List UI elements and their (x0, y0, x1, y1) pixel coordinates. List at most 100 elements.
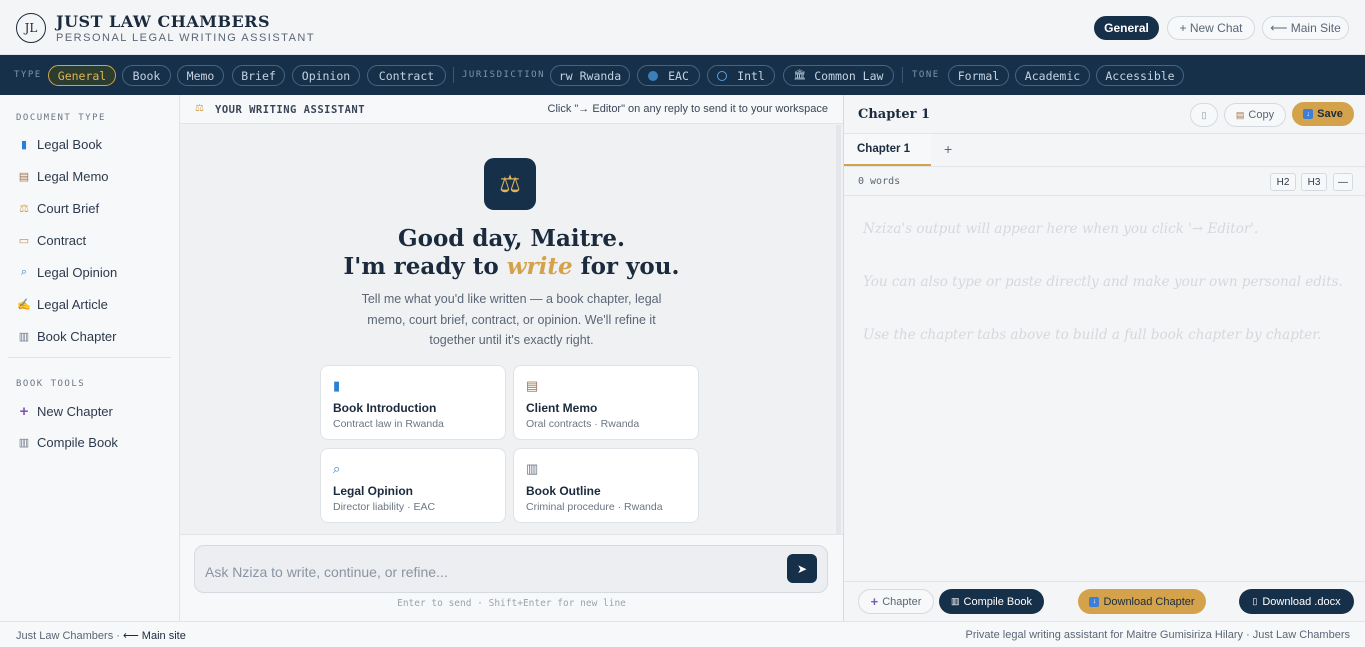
book-icon: ▮ (20, 139, 28, 151)
footer-right: Private legal writing assistant for Mait… (965, 629, 1350, 641)
download-chapter-button[interactable]: ↓ Download Chapter (1078, 589, 1206, 614)
toolbar-divider (902, 67, 903, 83)
intro-line: together until it's exactly right. (429, 333, 594, 347)
divider (844, 581, 1365, 582)
chip-type-brief[interactable]: Brief (232, 65, 285, 86)
open-book-icon: ▥ (18, 331, 30, 343)
sidebar-item-book-chapter[interactable]: ▥ Book Chapter (16, 329, 117, 344)
chat-header-hint: Click "→ Editor" on any reply to send it… (547, 103, 828, 115)
sidebar-item-legal-memo[interactable]: ▤ Legal Memo (16, 169, 109, 184)
card-title: Book Introduction (333, 401, 437, 415)
chip-jurisdiction-rwanda[interactable]: rw Rwanda (550, 65, 630, 86)
suggestion-card-client-memo[interactable]: ▤ Client Memo Oral contracts · Rwanda (513, 365, 699, 440)
chip-type-book[interactable]: Book (122, 65, 171, 86)
chip-type-general[interactable]: General (48, 65, 116, 86)
clipboard-icon: ▤ (1235, 109, 1245, 120)
main-site-button[interactable]: ⟵ Main Site (1262, 16, 1349, 40)
divider (844, 166, 1365, 167)
divider (844, 195, 1365, 196)
suggestion-card-book-outline[interactable]: ▥ Book Outline Criminal procedure · Rwan… (513, 448, 699, 523)
book-icon: ▮ (333, 378, 341, 393)
save-label: Save (1317, 108, 1343, 120)
button-label: Download Chapter (1103, 595, 1195, 608)
chip-label: Intl (737, 68, 765, 83)
intro-line: Tell me what you'd like written — a book… (361, 292, 662, 306)
chat-panel: ⚖ YOUR WRITING ASSISTANT Click "→ Editor… (180, 95, 843, 621)
rule-button[interactable]: — (1333, 173, 1353, 191)
word-count: 0 words (858, 176, 901, 187)
chat-input[interactable]: Ask Nziza to write, continue, or refine.… (194, 545, 828, 593)
chat-header-title: YOUR WRITING ASSISTANT (215, 104, 366, 116)
scales-icon: ⚖ (19, 203, 29, 215)
memo-icon: ▤ (18, 171, 30, 183)
chip-tone-academic[interactable]: Academic (1015, 65, 1090, 86)
intro-line: memo, court brief, contract, or opinion.… (367, 312, 656, 327)
jurisdiction-label: JURISDICTION (462, 70, 546, 80)
logo: JL (16, 13, 46, 43)
editor-placeholder[interactable]: Use the chapter tabs above to build a fu… (863, 327, 1322, 343)
mode-button[interactable]: General (1094, 16, 1159, 40)
app-header: JL JUST LAW CHAMBERS PERSONAL LEGAL WRIT… (0, 0, 1365, 55)
sidebar-item-legal-opinion[interactable]: ⌕ Legal Opinion (16, 265, 117, 280)
chip-tone-accessible[interactable]: Accessible (1096, 65, 1184, 86)
chip-type-opinion[interactable]: Opinion (292, 65, 360, 86)
chat-scrollbar[interactable] (836, 125, 841, 534)
compile-book-button[interactable]: ▥ Compile Book (16, 435, 118, 450)
add-tab-button[interactable]: + (944, 141, 952, 157)
chip-jurisdiction-common-law[interactable]: 🏛 Common Law (783, 65, 894, 86)
send-button[interactable]: ➤ (787, 554, 817, 583)
card-title: Legal Opinion (333, 484, 413, 498)
new-chat-button[interactable]: + New Chat (1167, 16, 1255, 40)
toolbar-divider (453, 67, 454, 83)
button-label: Chapter (882, 595, 922, 608)
chip-tone-formal[interactable]: Formal (948, 65, 1009, 86)
chip-type-memo[interactable]: Memo (177, 65, 224, 86)
tab-chapter-1[interactable]: Chapter 1 (844, 134, 931, 166)
greeting-emphasis: write (506, 253, 573, 280)
type-label: TYPE (14, 70, 42, 80)
document-type-label: DOCUMENT TYPE (16, 113, 106, 123)
h3-button[interactable]: H3 (1301, 173, 1327, 191)
sidebar-item-legal-book[interactable]: ▮ Legal Book (16, 137, 102, 152)
editor-placeholder[interactable]: Nziza's output will appear here when you… (863, 221, 1258, 237)
footer: Just Law Chambers · ⟵ Main site Private … (0, 621, 1365, 647)
download-docx-button[interactable]: ▯ Download .docx (1239, 589, 1354, 614)
h2-button[interactable]: H2 (1270, 173, 1296, 191)
suggestion-card-legal-opinion[interactable]: ⌕ Legal Opinion Director liability · EAC (320, 448, 506, 523)
sidebar-item-court-brief[interactable]: ⚖ Court Brief (16, 201, 99, 216)
chat-input-area: Ask Nziza to write, continue, or refine.… (180, 534, 843, 621)
add-chapter-button[interactable]: + Chapter (858, 589, 934, 614)
scales-icon: ⚖ (195, 103, 204, 114)
chip-type-contract[interactable]: Contract (367, 65, 446, 86)
save-button[interactable]: ↓ Save (1292, 102, 1354, 126)
sidebar-item-label: Legal Opinion (37, 265, 118, 280)
card-subtitle: Contract law in Rwanda (333, 418, 444, 430)
editor-panel: Chapter 1 ▯ ▤ Copy ↓ Save Chapter 1 + 0 wo… (843, 95, 1365, 621)
plus-icon: + (870, 594, 879, 609)
sidebar-item-label: Court Brief (37, 201, 100, 216)
delete-button[interactable]: ▯ (1190, 103, 1218, 127)
sidebar-item-legal-article[interactable]: ✍ Legal Article (16, 297, 108, 312)
greeting-line-1: Good day, Maitre. (397, 225, 626, 252)
editor-title: Chapter 1 (858, 107, 931, 122)
footer-left: Just Law Chambers · ⟵ Main site (16, 629, 186, 642)
compile-book-button[interactable]: ▥ Compile Book (939, 589, 1044, 614)
brand-subtitle: PERSONAL LEGAL WRITING ASSISTANT (56, 32, 316, 44)
suggestion-card-book-introduction[interactable]: ▮ Book Introduction Contract law in Rwan… (320, 365, 506, 440)
globe-africa-icon (648, 70, 659, 81)
new-chapter-button[interactable]: + New Chapter (16, 403, 113, 420)
magnifier-icon: ⌕ (333, 461, 341, 476)
sidebar-divider (8, 357, 171, 358)
card-title: Client Memo (526, 401, 598, 415)
copy-button[interactable]: ▤ Copy (1224, 103, 1286, 127)
editor-placeholder[interactable]: You can also type or paste directly and … (863, 274, 1343, 290)
chip-label: EAC (668, 68, 689, 83)
chip-jurisdiction-intl[interactable]: Intl (707, 65, 775, 86)
card-subtitle: Director liability · EAC (333, 501, 436, 513)
sidebar-item-contract[interactable]: ▭ Contract (16, 233, 86, 248)
send-icon: ➤ (796, 561, 808, 576)
footer-main-site-link[interactable]: ⟵ Main site (123, 630, 186, 642)
greeting-line-2: I'm ready to write for you. (180, 253, 843, 280)
chip-jurisdiction-eac[interactable]: EAC (637, 65, 700, 86)
copy-label: Copy (1248, 109, 1275, 121)
